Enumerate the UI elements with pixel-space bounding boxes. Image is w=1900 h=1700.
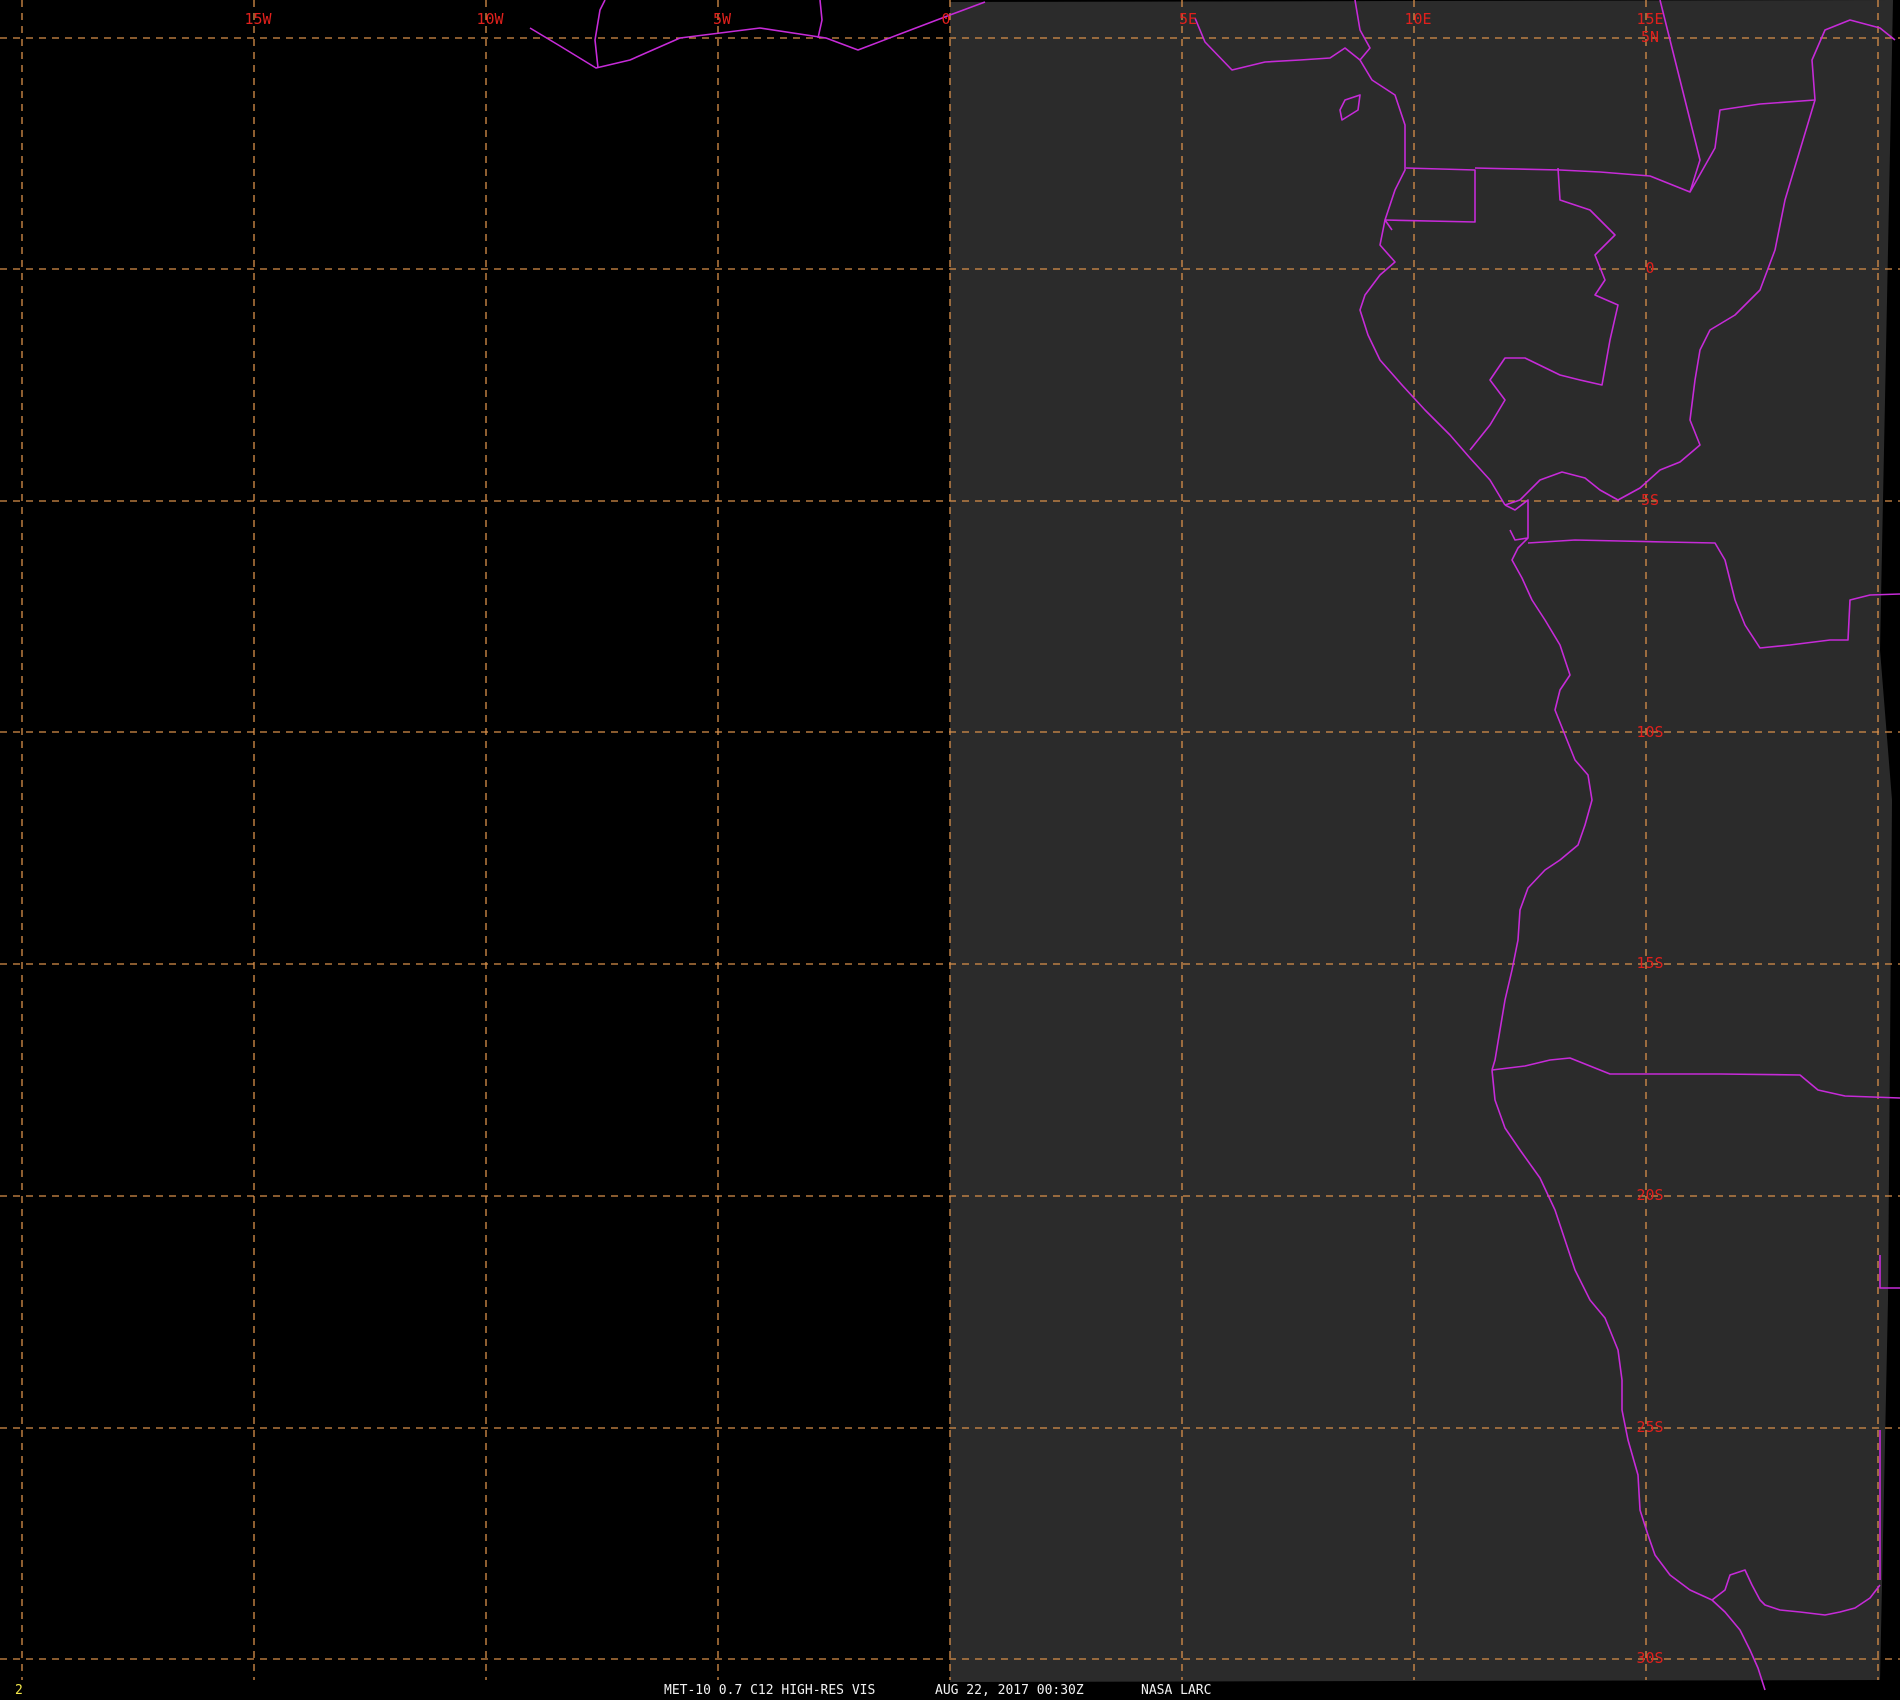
satellite-map: 15W 10W 5W 0 5E 10E 15E 5N 0 5S 10S 15S 20S 25S 30S xyxy=(0,0,1900,1700)
datetime-label: AUG 22, 2017 00:30Z xyxy=(935,1683,1084,1698)
credit-label: NASA LARC xyxy=(1141,1683,1212,1698)
gulf-of-guinea-coastline xyxy=(529,1,986,69)
latitude-label: 15S xyxy=(1636,954,1663,972)
latitude-label: 20S xyxy=(1636,1186,1663,1204)
border-ghana-togo xyxy=(594,0,606,69)
longitude-label: 15E xyxy=(1636,10,1663,28)
satellite-image-area xyxy=(950,0,1893,1682)
latitude-label: 30S xyxy=(1636,1649,1663,1667)
latitude-label: 10S xyxy=(1636,723,1663,741)
border-west xyxy=(817,0,823,39)
longitude-label: 10E xyxy=(1404,10,1431,28)
latitude-label: 25S xyxy=(1636,1418,1663,1436)
product-label: MET-10 0.7 C12 HIGH-RES VIS xyxy=(664,1683,876,1698)
longitude-label: 10W xyxy=(476,10,504,28)
latitude-label: 5S xyxy=(1641,491,1659,509)
longitude-label: 15W xyxy=(244,10,272,28)
latitude-label: 0 xyxy=(1645,259,1654,277)
frame-number: 2 xyxy=(15,1683,23,1698)
image-footer: 2 MET-10 0.7 C12 HIGH-RES VIS AUG 22, 20… xyxy=(0,1681,1900,1700)
longitude-label: 5E xyxy=(1179,10,1197,28)
longitude-label: 5W xyxy=(713,10,732,28)
latitude-label: 5N xyxy=(1641,28,1659,46)
longitude-label: 0 xyxy=(941,10,950,28)
